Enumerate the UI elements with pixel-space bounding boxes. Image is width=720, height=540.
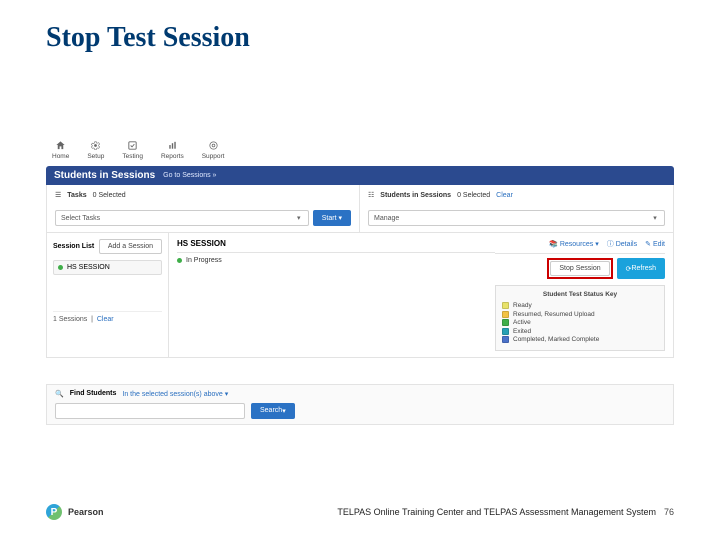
students-icon: ☷: [368, 191, 374, 199]
nav-label: Support: [202, 153, 225, 160]
select-tasks-dropdown[interactable]: Select Tasks ▾: [55, 210, 309, 226]
home-icon: [55, 140, 66, 151]
nav-home[interactable]: Home: [52, 140, 69, 160]
status-key-panel: Student Test Status Key Ready Resumed, R…: [495, 285, 665, 351]
resources-label: Resources: [560, 241, 593, 248]
status-key-row: Completed, Marked Complete: [502, 336, 658, 343]
session-count: 1 Sessions: [53, 316, 87, 323]
find-scope-label: In the selected session(s) above: [122, 391, 222, 398]
session-list-item[interactable]: HS SESSION: [53, 260, 162, 275]
manage-label: Manage: [374, 215, 399, 222]
chevron-down-icon: ▾: [650, 214, 660, 222]
session-item-label: HS SESSION: [67, 264, 110, 271]
resources-link[interactable]: 📚 Resources ▾: [549, 240, 599, 248]
swatch-icon: [502, 328, 509, 335]
nav-label: Reports: [161, 153, 184, 160]
find-students-input[interactable]: [55, 403, 245, 419]
page-number: 76: [664, 507, 674, 517]
status-key-row: Active: [502, 319, 658, 326]
find-students-label: Find Students: [70, 390, 117, 397]
footer-caption: TELPAS Online Training Center and TELPAS…: [337, 507, 656, 517]
status-key-title: Student Test Status Key: [502, 291, 658, 298]
session-list: Session List Add a Session HS SESSION 1 …: [47, 233, 169, 357]
main-panel: Session List Add a Session HS SESSION 1 …: [46, 233, 674, 358]
students-selected-count: 0 Selected: [457, 192, 490, 199]
nav-label: Testing: [122, 153, 143, 160]
list-icon: ☰: [55, 191, 61, 199]
status-dot-icon: [177, 258, 182, 263]
edit-label: Edit: [653, 241, 665, 248]
find-students-bar: 🔍 Find Students In the selected session(…: [46, 384, 674, 425]
app-screenshot: Home Setup Testing Reports Support: [46, 136, 674, 425]
search-icon: 🔍: [55, 390, 64, 398]
swatch-icon: [502, 311, 509, 318]
swatch-icon: [502, 302, 509, 309]
stop-session-highlight: Stop Session: [547, 258, 612, 279]
tasks-label: Tasks: [67, 192, 86, 199]
students-label: Students in Sessions: [380, 192, 451, 199]
page-header: Students in Sessions Go to Sessions »: [46, 166, 674, 185]
nav-support[interactable]: Support: [202, 140, 225, 160]
select-tasks-label: Select Tasks: [61, 215, 100, 222]
status-key-row: Resumed, Resumed Upload: [502, 311, 658, 318]
edit-link[interactable]: ✎ Edit: [645, 240, 665, 248]
swatch-icon: [502, 319, 509, 326]
status-key-label: Completed, Marked Complete: [513, 336, 599, 343]
nav-label: Home: [52, 153, 69, 160]
search-button-label: Search: [260, 407, 282, 414]
status-key-label: Ready: [513, 302, 532, 309]
gear-icon: [90, 140, 101, 151]
slide-title: Stop Test Session: [0, 0, 720, 54]
lifebuoy-icon: [208, 140, 219, 151]
session-list-title: Session List: [53, 243, 94, 250]
status-key-row: Exited: [502, 328, 658, 335]
details-link[interactable]: ⓘ Details: [607, 239, 637, 249]
status-key-row: Ready: [502, 302, 658, 309]
nav-label: Setup: [87, 153, 104, 160]
start-button[interactable]: Start ▾: [313, 210, 351, 226]
pearson-brand-text: Pearson: [68, 507, 104, 517]
stop-session-button[interactable]: Stop Session: [550, 261, 609, 276]
page-title: Students in Sessions: [54, 170, 155, 181]
session-detail: HS SESSION In Progress 📚 Resources ▾ ⓘ D…: [169, 233, 673, 357]
refresh-label: Refresh: [631, 265, 656, 272]
bars-icon: [167, 140, 178, 151]
slide-footer: P Pearson TELPAS Online Training Center …: [46, 504, 674, 520]
toolbar-row: ☰ Tasks 0 Selected Select Tasks ▾ Start …: [46, 185, 674, 233]
add-session-button[interactable]: Add a Session: [99, 239, 162, 254]
manage-dropdown[interactable]: Manage ▾: [368, 210, 665, 226]
chevron-down-icon: ▾: [294, 214, 304, 222]
nav-testing[interactable]: Testing: [122, 140, 143, 160]
status-key-label: Active: [513, 319, 531, 326]
session-detail-title: HS SESSION: [177, 239, 495, 253]
swatch-icon: [502, 336, 509, 343]
details-label: Details: [616, 241, 637, 248]
nav-setup[interactable]: Setup: [87, 140, 104, 160]
pearson-p-icon: P: [46, 504, 62, 520]
session-status-text: In Progress: [186, 257, 222, 264]
status-key-label: Exited: [513, 328, 531, 335]
search-button[interactable]: Search ▾: [251, 403, 295, 419]
clear-link[interactable]: Clear: [496, 192, 513, 199]
find-scope-dropdown[interactable]: In the selected session(s) above ▾: [122, 390, 228, 398]
session-list-footer: 1 Sessions | Clear: [53, 311, 162, 323]
tasks-selected-count: 0 Selected: [93, 192, 126, 199]
top-nav: Home Setup Testing Reports Support: [46, 136, 674, 166]
start-button-label: Start: [322, 215, 337, 222]
refresh-button[interactable]: ⟳ Refresh: [617, 258, 665, 279]
status-dot-icon: [58, 265, 63, 270]
clear-sessions-link[interactable]: Clear: [97, 316, 114, 323]
check-icon: [127, 140, 138, 151]
pearson-logo: P Pearson: [46, 504, 104, 520]
go-to-sessions-link[interactable]: Go to Sessions »: [163, 172, 216, 179]
status-key-label: Resumed, Resumed Upload: [513, 311, 595, 318]
nav-reports[interactable]: Reports: [161, 140, 184, 160]
